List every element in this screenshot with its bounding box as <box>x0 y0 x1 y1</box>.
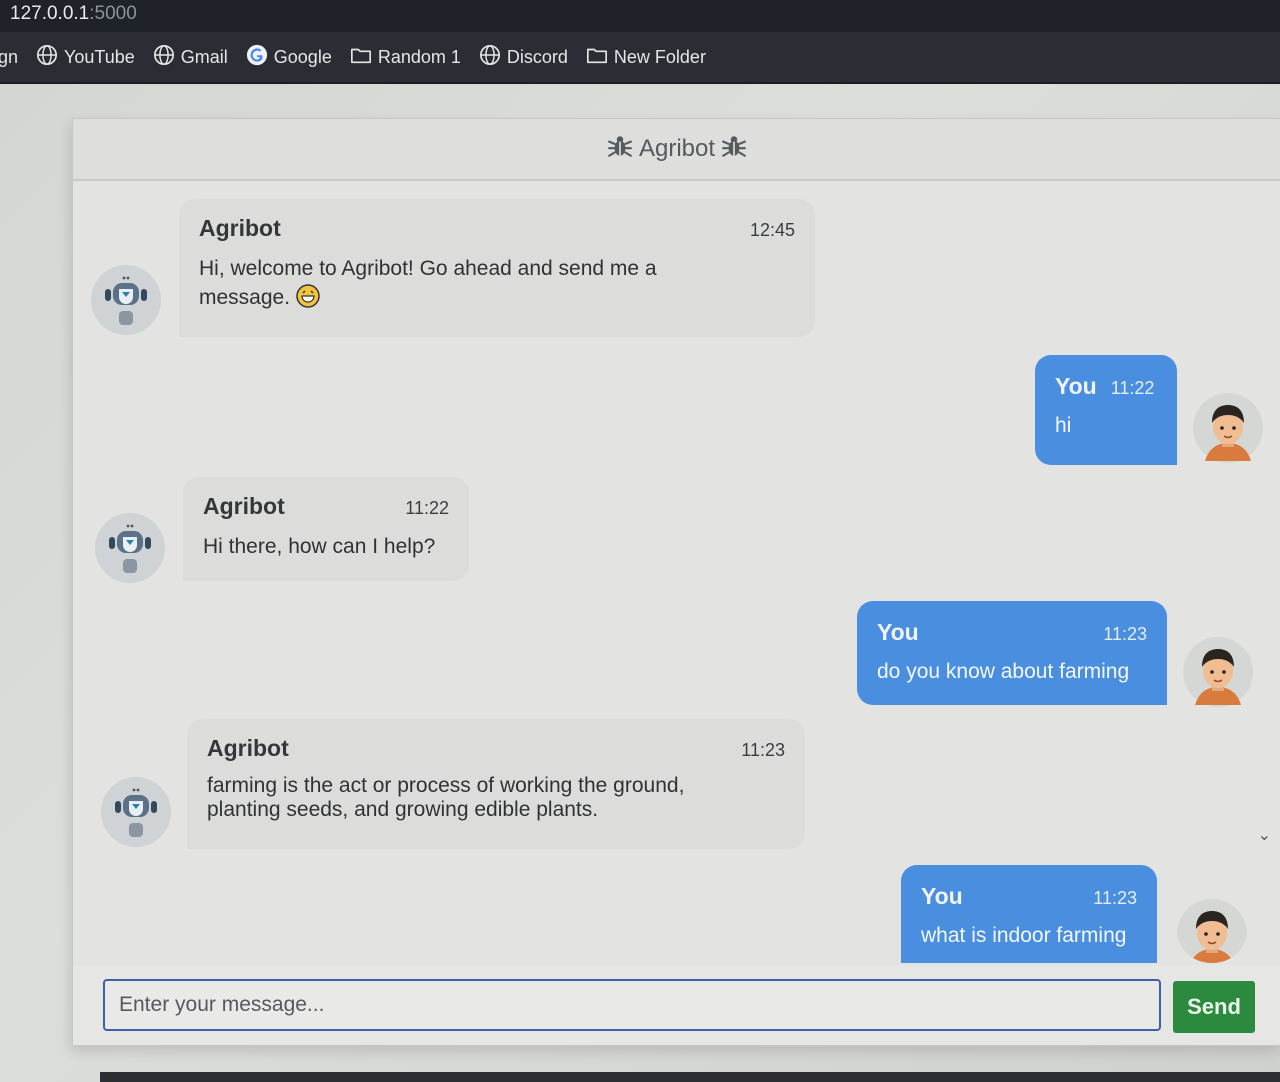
message-text: hi <box>1055 414 1072 437</box>
bookmark-label: New Folder <box>613 46 706 67</box>
message-text: farming is the act or process of working… <box>207 774 685 821</box>
bookmark-label: ign <box>0 46 19 67</box>
bookmark-new-folder[interactable]: New Folder <box>586 44 706 71</box>
message-time: 12:45 <box>749 220 795 240</box>
screen-bezel <box>100 1072 1280 1082</box>
globe-icon <box>36 44 58 71</box>
message-text: do you know about farming <box>877 660 1130 683</box>
bookmark-label: Google <box>273 46 332 67</box>
bookmark-google[interactable]: Google <box>246 44 332 71</box>
scroll-down-icon[interactable]: ⌄ <box>1258 825 1271 845</box>
message-time: 11:22 <box>1110 378 1155 398</box>
sender-name: You <box>1055 373 1097 399</box>
bookmark-label: Random 1 <box>377 46 461 67</box>
user-avatar <box>1193 393 1263 463</box>
message-time: 11:23 <box>741 740 785 760</box>
bookmark-label: YouTube <box>64 46 135 67</box>
bookmark-youtube[interactable]: YouTube <box>36 44 135 71</box>
message-time: 11:22 <box>405 498 449 518</box>
bug-icon <box>721 133 747 166</box>
bot-avatar <box>101 777 171 847</box>
chat-input-area: Send <box>73 965 1280 1045</box>
user-message: You 11:23 do you know about farming <box>857 601 1167 705</box>
sender-name: Agribot <box>207 735 289 761</box>
globe-icon <box>479 44 501 71</box>
user-avatar <box>1183 637 1253 707</box>
bot-message: Agribot 11:23 farming is the act or proc… <box>187 719 805 849</box>
sender-name: Agribot <box>199 215 281 241</box>
bot-avatar <box>91 265 161 335</box>
bookmark-gmail[interactable]: Gmail <box>153 44 228 71</box>
bookmark-label: Gmail <box>180 46 228 67</box>
bot-message: Agribot 12:45 Hi, welcome to Agribot! Go… <box>179 199 815 337</box>
message-time: 11:23 <box>1093 888 1137 908</box>
sender-name: You <box>921 883 963 909</box>
user-avatar <box>1177 899 1247 963</box>
google-icon <box>246 44 268 71</box>
chat-header: Agribot <box>73 119 1280 181</box>
chat-title: Agribot <box>638 135 716 162</box>
user-message: You 11:23 what is indoor farming <box>901 865 1157 963</box>
address-bar[interactable]: 127.0.0.1:5000 <box>0 0 1280 32</box>
bookmark-discord[interactable]: Discord <box>479 44 568 71</box>
chat-window: Agribot Agribot 12:45 Hi, welcome to Agr… <box>72 118 1280 1046</box>
sender-name: Agribot <box>203 493 285 519</box>
message-time: 11:23 <box>1103 624 1147 644</box>
bookmarks-bar: ign YouTube Gmail Google Random 1 Discor… <box>0 32 1280 84</box>
message-input[interactable] <box>103 979 1161 1031</box>
bot-message: Agribot 11:22 Hi there, how can I help? <box>183 477 469 581</box>
bug-icon <box>607 133 633 166</box>
globe-icon <box>153 44 175 71</box>
bot-avatar <box>95 513 165 583</box>
user-message: You 11:22 hi <box>1035 355 1177 465</box>
sender-name: You <box>877 619 919 645</box>
message-text: Hi, welcome to Agribot! Go ahead and sen… <box>199 257 657 309</box>
message-text: Hi there, how can I help? <box>203 535 436 558</box>
bookmark-label: Discord <box>506 46 568 67</box>
send-button[interactable]: Send <box>1173 981 1255 1033</box>
grinning-emoji-icon <box>296 284 320 308</box>
bookmark-partial[interactable]: ign <box>0 47 18 68</box>
url-text: 127.0.0.1:5000 <box>10 3 137 24</box>
folder-icon <box>350 44 372 71</box>
bookmark-random-1[interactable]: Random 1 <box>350 44 461 71</box>
folder-icon <box>586 44 608 71</box>
message-list[interactable]: Agribot 12:45 Hi, welcome to Agribot! Go… <box>73 181 1280 965</box>
message-text: what is indoor farming <box>921 924 1127 947</box>
